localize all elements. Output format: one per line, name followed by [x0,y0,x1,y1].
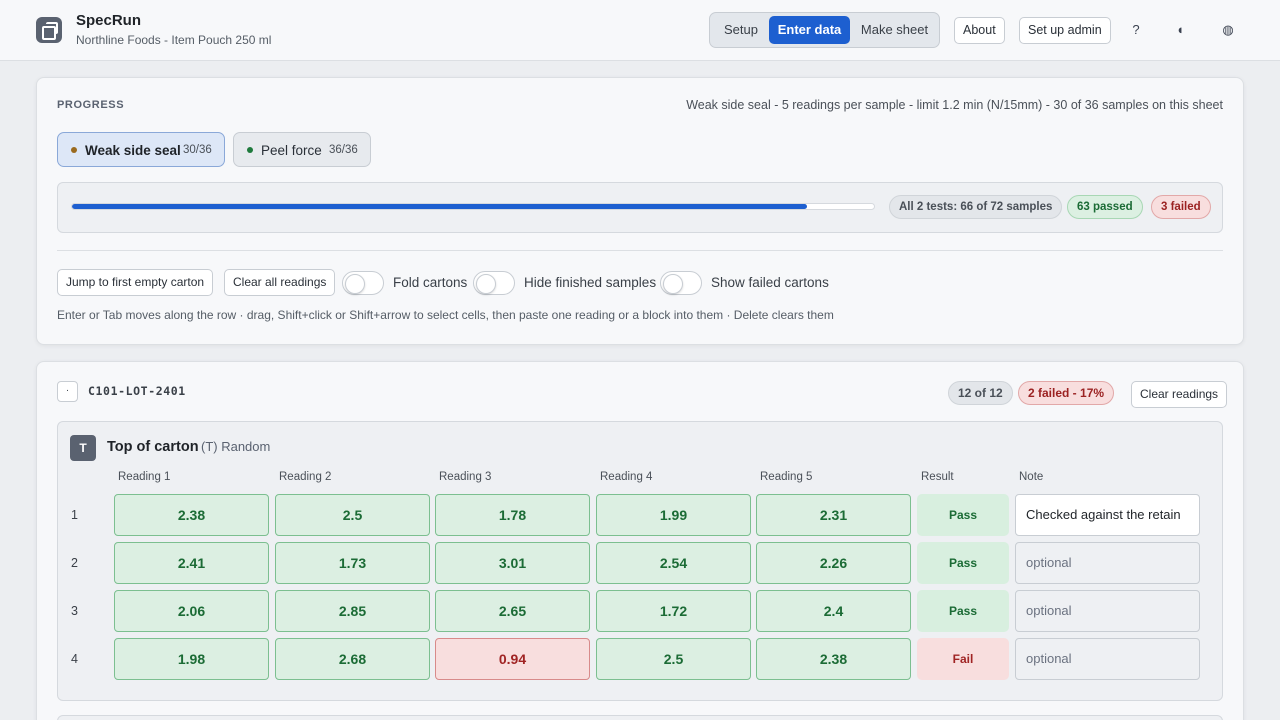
reading-cell[interactable]: 2.54 [596,542,751,584]
reading-cell[interactable]: 0.94 [435,638,590,680]
result-badge: Pass [917,542,1009,584]
reading-cell[interactable]: 2.65 [435,590,590,632]
progress-card: PROGRESS Weak side seal - 5 readings per… [36,77,1244,345]
result-badge: Pass [917,590,1009,632]
status-dot-icon [247,147,253,153]
column-header: Reading 4 [600,471,653,483]
passed-badge: 63 passed [1067,195,1143,219]
group-letter-icon: T [70,435,96,461]
mode-switcher: Setup Enter data Make sheet [709,12,940,48]
column-header: Reading 1 [118,471,171,483]
lot-card: · C101-LOT-2401 12 of 12 2 failed - 17% … [36,361,1244,720]
test-tab-label: Peel force [261,143,322,158]
app-subtitle: Northline Foods - Item Pouch 250 ml [76,33,272,47]
row-number: 3 [71,604,78,618]
test-tab-label: Weak side seal [85,143,181,158]
row-number: 1 [71,508,78,522]
app-logo-icon [36,17,62,43]
note-field[interactable]: optional [1015,590,1200,632]
reading-cell[interactable]: 3.01 [435,542,590,584]
theme-toggle-icon[interactable]: ◖ [1169,19,1191,41]
group-subtitle: (T) Random [201,439,271,454]
jump-to-first-empty-button[interactable]: Jump to first empty carton [57,269,214,296]
reading-cell[interactable]: 2.4 [756,590,911,632]
palette-icon[interactable]: ◍ [1217,19,1239,41]
test-tab-weak-side-seal[interactable]: Weak side seal 30/36 [57,132,225,167]
row-number: 2 [71,556,78,570]
overall-progress-panel: All 2 tests: 66 of 72 samples 63 passed … [57,182,1223,233]
help-icon[interactable]: ? [1125,19,1147,41]
app-name: SpecRun [76,12,142,29]
reading-cell[interactable]: 2.31 [756,494,911,536]
reading-cell[interactable]: 2.5 [596,638,751,680]
column-header: Reading 2 [279,471,332,483]
note-field[interactable]: optional [1015,638,1200,680]
fold-cartons-toggle[interactable] [342,271,384,295]
collapse-lot-button[interactable]: · [57,381,78,402]
reading-cell[interactable]: 1.98 [114,638,269,680]
progress-summary: Weak side seal - 5 readings per sample -… [686,98,1223,112]
show-failed-toggle[interactable] [660,271,702,295]
overall-progress-bar [71,203,875,210]
group-title: Top of carton [107,439,199,455]
next-carton-group [57,715,1223,720]
reading-cell[interactable]: 1.72 [596,590,751,632]
carton-group-top: T Top of carton (T) Random Reading 1 Rea… [57,421,1223,701]
app-header: SpecRun Northline Foods - Item Pouch 250… [0,0,1280,61]
mode-make-sheet-button[interactable]: Make sheet [853,16,936,44]
reading-cell[interactable]: 2.5 [275,494,430,536]
test-tab-count: 30/36 [183,144,212,156]
reading-cell[interactable]: 2.41 [114,542,269,584]
mode-setup-button[interactable]: Setup [713,16,769,44]
lot-id: C101-LOT-2401 [88,384,186,398]
note-field[interactable]: optional [1015,542,1200,584]
overall-progress-fill [72,204,808,209]
row-number: 4 [71,652,78,666]
reading-cell[interactable]: 2.85 [275,590,430,632]
hide-finished-label: Hide finished samples [524,275,657,290]
test-tab-peel-force[interactable]: Peel force 36/36 [233,132,371,167]
lot-failed-badge: 2 failed - 17% [1018,381,1115,405]
mode-enter-data-button[interactable]: Enter data [769,16,850,44]
lot-count-badge: 12 of 12 [948,381,1013,405]
failed-badge: 3 failed [1151,195,1211,219]
divider [57,250,1223,251]
column-header: Result [921,471,954,483]
reading-cell[interactable]: 2.06 [114,590,269,632]
reading-cell[interactable]: 2.38 [114,494,269,536]
status-dot-icon [71,147,77,153]
set-up-admin-button[interactable]: Set up admin [1019,17,1111,44]
result-badge: Pass [917,494,1009,536]
column-header: Reading 3 [439,471,492,483]
about-button[interactable]: About [954,17,1005,44]
clear-all-readings-button[interactable]: Clear all readings [224,269,336,296]
note-field[interactable]: Checked against the retain [1015,494,1200,536]
reading-cell[interactable]: 1.78 [435,494,590,536]
reading-cell[interactable]: 1.99 [596,494,751,536]
reading-cell[interactable]: 2.26 [756,542,911,584]
column-header: Reading 5 [760,471,813,483]
hide-finished-toggle[interactable] [473,271,515,295]
fold-cartons-label: Fold cartons [393,275,468,290]
show-failed-label: Show failed cartons [711,275,829,290]
reading-cell[interactable]: 1.73 [275,542,430,584]
result-badge: Fail [917,638,1009,680]
overall-samples-badge: All 2 tests: 66 of 72 samples [889,195,1063,219]
progress-heading: PROGRESS [57,99,125,111]
keyboard-hint: Enter or Tab moves along the row · drag,… [57,308,834,322]
clear-lot-readings-button[interactable]: Clear readings [1131,381,1228,408]
test-tab-count: 36/36 [329,144,358,156]
reading-cell[interactable]: 2.38 [756,638,911,680]
reading-cell[interactable]: 2.68 [275,638,430,680]
column-header: Note [1019,471,1044,483]
